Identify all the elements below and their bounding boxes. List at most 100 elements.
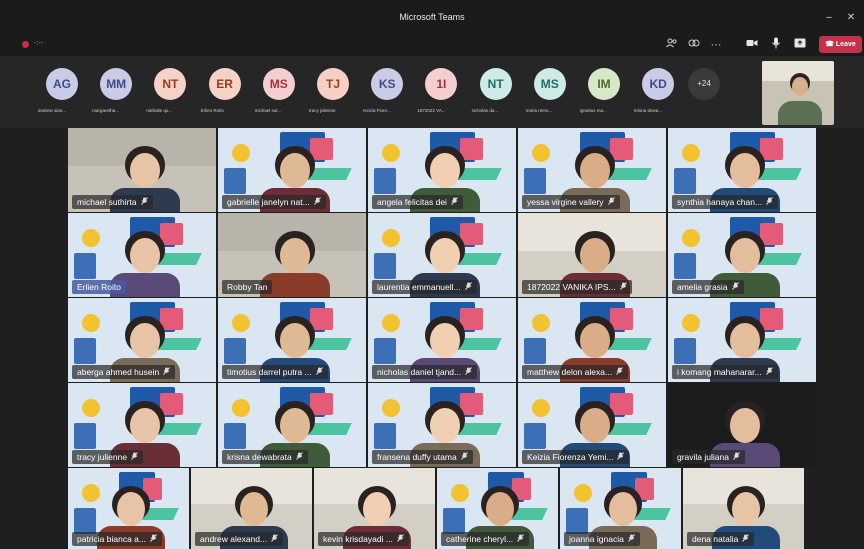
video-tile[interactable]: gabrielle janelyn nat... [218, 128, 366, 212]
video-tile[interactable]: matthew delon alexa... [518, 298, 666, 382]
video-tile[interactable]: nicholas daniel tjand... [368, 298, 516, 382]
video-tile[interactable]: Keizia Fiorenza Yemi... [518, 383, 666, 467]
participant-avatar[interactable]: ER [208, 68, 241, 100]
video-tile[interactable]: laurentia emmanuell... [368, 213, 516, 297]
video-tile[interactable]: amelia grasia [668, 213, 816, 297]
video-tile[interactable]: tracy julienne [68, 383, 216, 467]
background-sun-decoration [382, 399, 400, 417]
more-options-icon[interactable]: ··· [708, 37, 724, 53]
participant-name-label: Erlien Roito [72, 280, 126, 294]
mic-muted-icon [464, 281, 472, 295]
participant-avatar[interactable]: IM [588, 68, 620, 100]
mic-muted-icon [397, 533, 404, 547]
participant-name-text: i komang mahanarar... [677, 367, 762, 377]
video-tile[interactable]: dena natalia [683, 468, 804, 549]
mic-muted-icon [271, 533, 278, 547]
participant-avatar[interactable]: NT [154, 68, 187, 100]
participant-name-label: amelia grasia [672, 280, 744, 294]
minimize-button[interactable]: – [822, 12, 836, 23]
mic-muted-icon [465, 366, 473, 380]
participant-face [130, 323, 160, 359]
close-window-button[interactable]: ✕ [844, 12, 858, 23]
mic-muted-icon [163, 366, 171, 380]
participant-name-text: angela felicitas dei [377, 197, 447, 207]
background-books-decoration [566, 508, 588, 534]
title-bar: Microsoft Teams – ✕ [0, 0, 864, 34]
participant-avatar[interactable]: TJ [317, 68, 349, 100]
mic-muted-icon [313, 196, 321, 210]
participant-face [430, 238, 460, 274]
participant-face [430, 153, 460, 189]
participant-name-label: Keizia Fiorenza Yemi... [522, 450, 630, 464]
video-tile[interactable]: joanna ignacia [560, 468, 681, 549]
people-icon[interactable] [664, 37, 680, 53]
participant-name-text: michael suthirta [77, 197, 137, 207]
participant-face [730, 238, 760, 274]
mic-muted-icon [295, 451, 303, 465]
background-sun-decoration [82, 484, 100, 502]
video-tile[interactable]: yessa virgine vallery [518, 128, 666, 212]
background-sun-decoration [82, 229, 100, 247]
participant-face [731, 492, 760, 527]
participant-avatar[interactable]: 1I [425, 68, 458, 100]
participant-avatar[interactable]: AG [46, 68, 78, 100]
participant-avatar[interactable]: MM [100, 68, 133, 100]
participant-avatar[interactable]: MS [262, 68, 295, 100]
mic-icon[interactable] [768, 37, 784, 53]
participant-name-label: aberga ahmed husein [72, 365, 176, 380]
mic-muted-icon [766, 196, 773, 210]
participant-avatar[interactable]: KD [642, 68, 675, 100]
camera-icon[interactable] [744, 37, 760, 53]
background-books-decoration [524, 168, 546, 194]
background-books-decoration [443, 508, 465, 534]
video-tile[interactable]: michael suthirta [68, 128, 216, 212]
participant-face [280, 153, 310, 189]
participant-name-label: synthia hanaya chan... [672, 195, 779, 210]
participant-face [239, 492, 268, 527]
background-books-decoration [524, 423, 546, 449]
video-tile[interactable]: i komang mahanarar... [668, 298, 816, 382]
video-tile[interactable]: patricia bianca a... [68, 468, 189, 549]
video-tile[interactable]: catherine cheryl... [437, 468, 558, 549]
video-tile[interactable]: kevin krisdayadi ... [314, 468, 435, 549]
participant-name-label: laurentia emmanuell... [372, 280, 477, 294]
participant-name: ignatius ma... [580, 108, 607, 113]
mic-muted-icon [616, 366, 623, 380]
participant-avatar[interactable]: NT [479, 68, 512, 100]
share-tray-icon[interactable] [792, 37, 808, 53]
participant-name: Keizia Fiore... [363, 108, 391, 113]
video-tile[interactable]: krisna dewabrata [218, 383, 366, 467]
background-books-decoration [374, 168, 396, 194]
participant-name-text: kevin krisdayadi ... [323, 534, 393, 544]
share-icon[interactable] [686, 37, 702, 53]
video-tile[interactable]: angela felicitas dei [368, 128, 516, 212]
participant-name-text: Erlien Roito [77, 282, 121, 292]
video-tile[interactable]: 1872022 VANIKA IPS... [518, 213, 666, 297]
video-tile[interactable]: timotius darrel putra ... [218, 298, 366, 382]
background-sun-decoration [532, 314, 550, 332]
background-books-decoration [224, 168, 246, 194]
more-participants-button[interactable]: +24 [688, 68, 720, 100]
mic-muted-icon [619, 281, 627, 295]
video-tile[interactable]: fransena duffy utama [368, 383, 516, 467]
video-tile[interactable]: gravila juliana [668, 383, 816, 467]
video-tile[interactable]: aberga ahmed husein [68, 298, 216, 382]
mic-muted-icon [742, 533, 750, 547]
background-sun-decoration [232, 399, 250, 417]
participant-avatar[interactable]: MS [533, 68, 566, 100]
background-sun-decoration [451, 484, 469, 502]
background-sun-decoration [574, 484, 592, 502]
participant-name-label: nicholas daniel tjand... [372, 365, 478, 380]
background-sun-decoration [682, 314, 700, 332]
video-tile[interactable]: synthia hanaya chan... [668, 128, 816, 212]
participant-name-label: andrew alexand... [195, 532, 284, 547]
leave-button[interactable]: ☎︎ Leave [819, 36, 862, 53]
video-tile[interactable]: andrew alexand... [191, 468, 312, 549]
participant-name-text: nicholas daniel tjand... [377, 367, 462, 377]
participant-name-text: andrew alexand... [200, 534, 268, 544]
video-tile[interactable]: Robby Tan [218, 213, 366, 297]
background-books-decoration [524, 338, 546, 364]
participant-name-text: patricia bianca a... [77, 534, 146, 544]
video-tile[interactable]: Erlien Roito [68, 213, 216, 297]
participant-avatar[interactable]: KS [371, 68, 404, 100]
